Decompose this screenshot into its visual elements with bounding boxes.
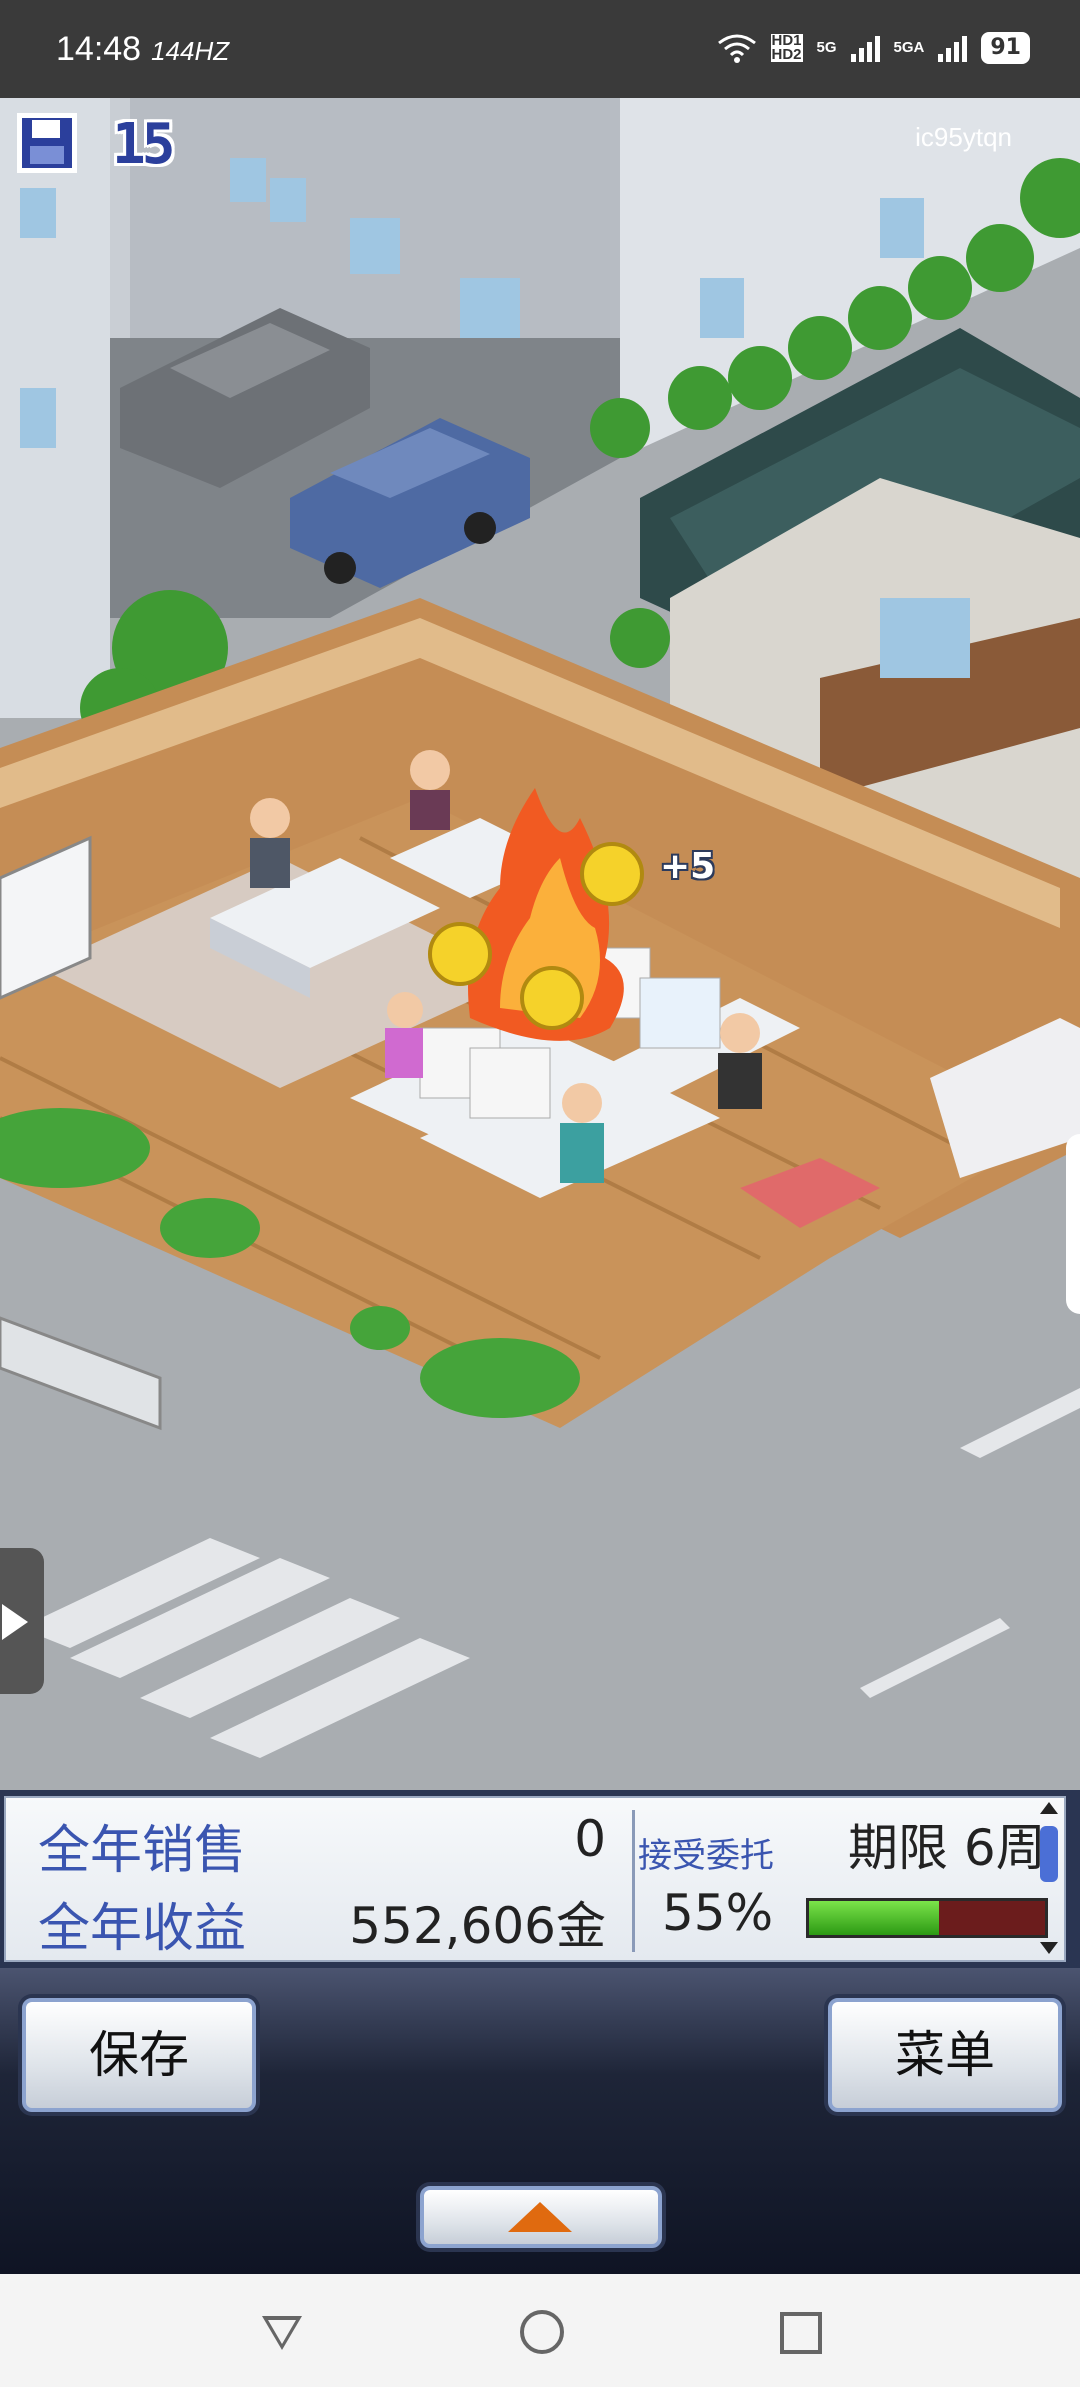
floppy-save-icon[interactable] [14, 110, 80, 176]
scroll-down-icon[interactable] [1040, 1942, 1058, 1954]
side-drawer-handle[interactable] [0, 1548, 44, 1694]
signal-icon [850, 34, 880, 62]
day-counter: 15 [112, 112, 175, 177]
annual-profit-value: 552,606金 [349, 1897, 606, 1955]
save-button[interactable]: 保存 [22, 1998, 256, 2112]
menu-button[interactable]: 菜单 [828, 1998, 1062, 2112]
scroll-thumb[interactable] [1040, 1826, 1058, 1882]
progress-fill [809, 1901, 939, 1935]
battery-icon: 91 [981, 32, 1030, 64]
scroll-up-icon[interactable] [1040, 1802, 1058, 1814]
navigation-bar [0, 2274, 1080, 2387]
arrow-up-icon [508, 2202, 572, 2232]
clock: 14:48 144HZ [56, 30, 229, 69]
home-icon[interactable] [520, 2310, 564, 2354]
edge-panel-handle[interactable] [1066, 1134, 1080, 1314]
network-5ga-label: 5GA [893, 39, 925, 56]
game-scene[interactable]: 15 ic95ytqn +5 [0, 98, 1080, 1790]
back-icon[interactable] [262, 2316, 302, 2350]
stats-panel-inner: 全年销售 0 全年收益 552,606金 接受委托 期限 6周 55% [4, 1796, 1066, 1962]
annual-sales-label: 全年销售 [38, 1821, 247, 1881]
contract-label: 接受委托 [638, 1836, 774, 1876]
deadline-text: 期限 6周 [848, 1819, 1046, 1877]
status-bar: 14:48 144HZ HD1 HD2 5G 5GA 91 [0, 0, 1080, 98]
network-5g-label: 5G [816, 39, 837, 56]
panel-scrollbar[interactable] [1038, 1802, 1060, 1954]
battery-level: 91 [990, 35, 1021, 60]
status-icons: HD1 HD2 5G 5GA 91 [717, 32, 1030, 64]
signal-icon-2 [938, 34, 968, 62]
expand-up-button[interactable] [420, 2186, 662, 2248]
stats-panel: 全年销售 0 全年收益 552,606金 接受委托 期限 6周 55% [0, 1790, 1080, 1968]
progress-percent: 55% [662, 1884, 774, 1942]
hd-badge: HD1 HD2 [770, 32, 803, 63]
annual-sales-value: 0 [574, 1810, 606, 1868]
contract-progress-bar [806, 1898, 1048, 1938]
bottom-controls: 保存 菜单 [0, 1968, 1080, 2274]
office-scene-art [0, 98, 1080, 1790]
annual-profit-label: 全年收益 [38, 1899, 247, 1959]
refresh-rate: 144HZ [151, 36, 230, 66]
panel-divider [632, 1810, 635, 1952]
wifi-icon [717, 34, 756, 63]
bonus-popup: +5 [660, 846, 716, 887]
clock-time: 14:48 [56, 30, 142, 68]
watermark-text: ic95ytqn [915, 122, 1012, 152]
recent-apps-icon[interactable] [780, 2312, 822, 2354]
